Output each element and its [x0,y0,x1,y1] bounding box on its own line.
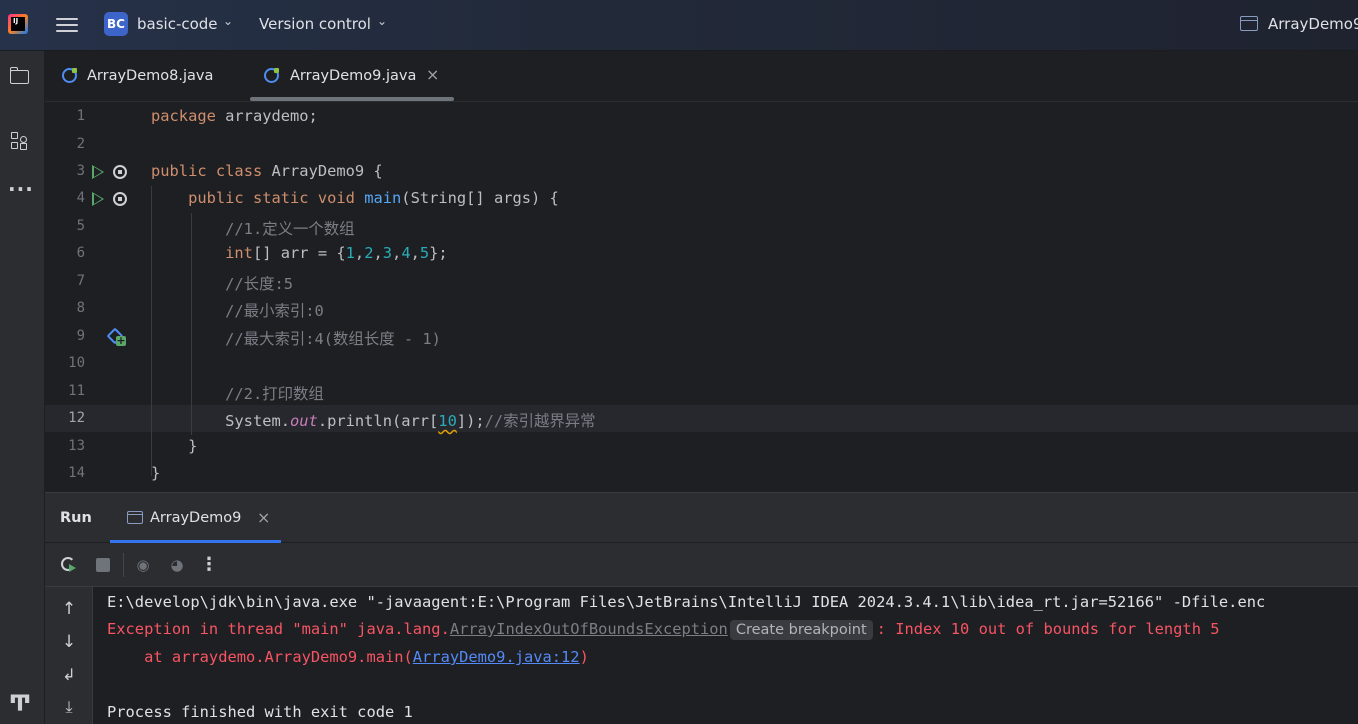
line-number: 3 [76,163,85,179]
run-config-icon [127,511,143,524]
intellij-logo-icon[interactable]: IJ [8,14,28,34]
line-number: 13 [68,438,85,454]
run-gutter-icon[interactable] [92,165,104,179]
run-tool-window-header: Run ArrayDemo9 × [45,492,1358,543]
toolbar-divider [123,553,124,577]
code-line-7: //长度:5 [225,275,293,293]
debug-gutter-icon[interactable] [113,192,127,206]
code-editor[interactable]: 1 2 3 4 5 6 7 8 9 10 11 12 13 14 + packa… [45,102,1358,492]
tab-label: ArrayDemo8.java [87,68,214,84]
line-number: 2 [76,136,85,152]
intention-action-icon[interactable]: + [106,327,127,348]
tab-label: ArrayDemo9.java [290,68,417,84]
debug-gutter-icon[interactable] [113,165,127,179]
run-tab-arraydemo9[interactable]: ArrayDemo9 × [110,493,281,542]
run-tab-label: ArrayDemo9 [150,510,242,526]
console-exception-line: Exception in thread "main" java.lang.Arr… [107,620,1220,640]
code-line-8: //最小索引:0 [225,302,324,320]
structure-icon[interactable] [8,129,32,153]
console-stack-line: at arraydemo.ArrayDemo9.main(ArrayDemo9.… [107,648,589,666]
line-number: 10 [68,355,85,371]
line-number: 11 [68,383,85,399]
vcs-chevron-down-icon[interactable]: ⌄ [377,14,387,28]
folder-icon[interactable] [8,65,32,89]
line-number: 9 [76,328,85,344]
terminal-icon[interactable]: Ͳ [8,693,32,717]
code-line-3: public class ArrayDemo9 { [151,162,383,180]
line-gutter: 1 2 3 4 5 6 7 8 9 10 11 12 13 14 + [45,102,149,492]
hamburger-menu-icon[interactable] [56,15,78,35]
console-side-toolbar: ↑ ↓ ↲ ⤓ [45,587,93,724]
version-control-menu[interactable]: Version control [259,15,371,33]
close-icon[interactable]: × [257,508,270,527]
camera-icon[interactable]: ◉ [133,555,153,575]
code-line-13: } [188,437,198,455]
line-number: 7 [76,273,85,289]
code-line-11: //2.打印数组 [225,385,324,403]
title-bar: IJ BC basic-code ⌄ Version control ⌄ Arr… [0,0,1358,51]
stop-icon[interactable] [93,555,113,575]
code-line-5: //1.定义一个数组 [225,220,355,238]
exception-class-link[interactable]: ArrayIndexOutOfBoundsException [450,620,728,638]
scroll-to-end-icon[interactable]: ⤓ [59,697,79,717]
tab-arraydemo9[interactable]: ArrayDemo9.java × [250,51,455,101]
create-breakpoint-button[interactable]: Create breakpoint [729,620,873,640]
code-line-4: public static void main(String[] args) { [188,189,559,207]
java-class-icon [264,67,280,83]
active-tab-indicator [250,97,454,101]
line-number: 6 [76,245,85,261]
logo-text: IJ [13,17,19,25]
line-number: 8 [76,300,85,316]
editor-tab-bar: ArrayDemo8.java ArrayDemo9.java × [45,51,1358,102]
code-line-1: package arraydemo; [151,107,318,125]
close-icon[interactable]: × [426,65,439,84]
console-command-line: E:\develop\jdk\bin\java.exe "-javaagent:… [107,593,1266,611]
arrow-up-icon[interactable]: ↑ [59,599,79,619]
run-config-selector[interactable]: ArrayDemo9 [1268,15,1358,33]
code-line-9: //最大索引:4(数组长度 - 1) [225,330,441,348]
more-icon[interactable]: ··· [8,179,33,203]
line-number: 12 [68,410,85,426]
project-badge[interactable]: BC [104,12,128,36]
line-number: 1 [76,108,85,124]
code-line-12: System.out.println(arr[10]);//索引越界异常 [225,412,596,430]
more-options-icon[interactable]: ⋮ [199,555,219,575]
run-gutter-icon[interactable] [92,192,104,206]
code-line-14: } [151,464,161,482]
project-name[interactable]: basic-code [137,15,218,33]
java-class-icon [62,67,78,83]
arrow-down-icon[interactable]: ↓ [59,632,79,652]
thread-dump-icon[interactable]: ◕ [167,555,187,575]
source-location-link[interactable]: ArrayDemo9.java:12 [413,648,580,666]
console-output[interactable]: E:\develop\jdk\bin\java.exe "-javaagent:… [93,587,1358,724]
run-toolbar: ◉ ◕ ⋮ [45,543,1358,587]
run-title: Run [60,510,92,526]
line-number: 5 [76,218,85,234]
line-number: 14 [68,465,85,481]
code-text[interactable]: package arraydemo; public class ArrayDem… [151,102,1351,492]
tab-arraydemo8[interactable]: ArrayDemo8.java [45,51,241,101]
left-tool-strip: ··· Ͳ [0,51,45,724]
run-config-icon[interactable] [1240,16,1258,31]
code-line-6: int[] arr = {1,2,3,4,5}; [225,244,448,262]
line-number: 4 [76,190,85,206]
project-chevron-down-icon[interactable]: ⌄ [223,14,233,28]
console-exit-line: Process finished with exit code 1 [107,703,413,721]
soft-wrap-icon[interactable]: ↲ [59,665,79,685]
rerun-icon[interactable] [59,555,79,575]
